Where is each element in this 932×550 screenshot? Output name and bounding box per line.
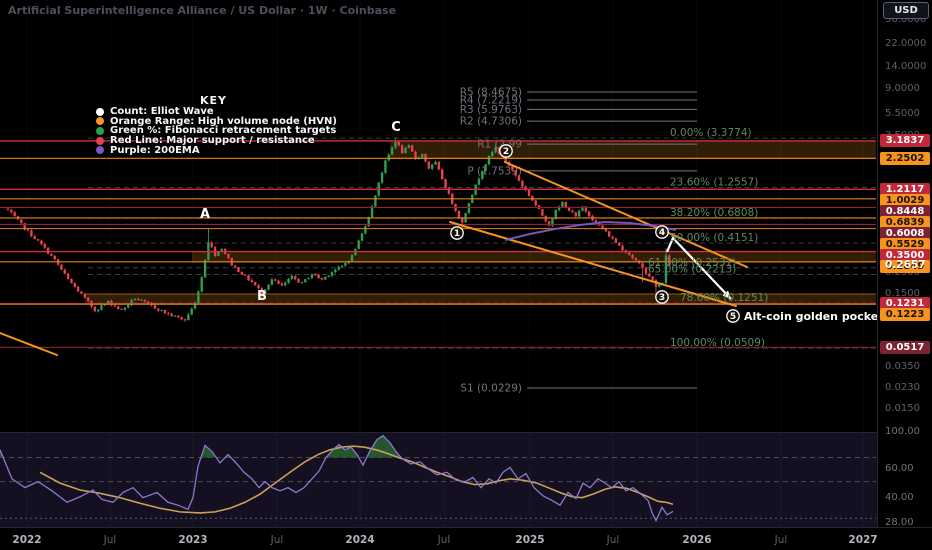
time-axis-year-label[interactable]: 2026 xyxy=(682,534,711,546)
time-axis-month-label[interactable]: Jul xyxy=(104,534,117,546)
time-axis-month-label[interactable]: Jul xyxy=(607,534,620,546)
time-axis[interactable]: 2022 Jul 2023 Jul 2024 Jul 2025 Jul 2026 Jul 2027 xyxy=(0,527,932,550)
svg-text:2: 2 xyxy=(503,147,509,157)
oscillator-panel-canvas[interactable] xyxy=(0,432,877,527)
svg-text:50.00% (0.4151): 50.00% (0.4151) xyxy=(670,232,758,244)
oscillator-tick: 60.00 xyxy=(885,463,914,474)
key-legend: KEY Count: Elliot WaveOrange Range: High… xyxy=(96,94,337,155)
price-tick: 5.5000 xyxy=(885,108,920,119)
time-axis-year-label[interactable]: 2025 xyxy=(515,534,544,546)
svg-text:1: 1 xyxy=(454,229,460,239)
price-tick: 0.0350 xyxy=(885,361,920,372)
oscillator-background xyxy=(0,432,877,527)
svg-text:4: 4 xyxy=(659,228,665,238)
svg-text:3: 3 xyxy=(659,293,665,303)
legend-color-dot-icon xyxy=(96,108,104,116)
time-axis-month-label[interactable]: Jul xyxy=(438,534,451,546)
svg-text:B: B xyxy=(257,289,267,304)
svg-text:65.00% (0.2213): 65.00% (0.2213) xyxy=(648,263,736,275)
price-level-badge: 0.1223 xyxy=(880,308,930,321)
price-tick: 0.0150 xyxy=(885,403,920,414)
price-tick: 9.0000 xyxy=(885,83,920,94)
legend-item-label: Purple: 200EMA xyxy=(110,145,200,156)
svg-text:78.60% (0.1251): 78.60% (0.1251) xyxy=(680,292,768,304)
svg-text:38.20% (0.6808): 38.20% (0.6808) xyxy=(670,207,758,219)
legend-color-dot-icon xyxy=(96,146,104,154)
time-axis-month-label[interactable]: Jul xyxy=(271,534,284,546)
time-axis-year-label[interactable]: 2022 xyxy=(12,534,41,546)
price-tick: 22.0000 xyxy=(885,38,926,49)
time-axis-year-label[interactable]: 2027 xyxy=(848,534,877,546)
svg-text:R2 (4.7306): R2 (4.7306) xyxy=(460,116,522,128)
svg-text:R3 (5.9763): R3 (5.9763) xyxy=(460,104,522,116)
oscillator-tick: 40.00 xyxy=(885,492,914,503)
svg-text:S1 (0.0229): S1 (0.0229) xyxy=(460,383,522,395)
current-price-label: 0.2657 xyxy=(885,259,926,271)
svg-text:P (1.7539): P (1.7539) xyxy=(467,165,522,177)
price-level-badge: 3.1837 xyxy=(880,134,930,147)
key-legend-rows: Count: Elliot WaveOrange Range: High vol… xyxy=(96,107,337,155)
currency-toggle-button[interactable]: USD xyxy=(883,2,929,19)
price-axis[interactable]: 36.000022.000014.00009.00005.50003.50000… xyxy=(877,0,932,527)
svg-text:5: 5 xyxy=(730,312,736,322)
legend-color-dot-icon xyxy=(96,117,104,125)
price-level-badge: 2.2502 xyxy=(880,152,930,165)
chart-window: R5 (8.4675)R4 (7.2219)R3 (5.9763)R2 (4.7… xyxy=(0,0,932,550)
price-chart-canvas[interactable]: R5 (8.4675)R4 (7.2219)R3 (5.9763)R2 (4.7… xyxy=(0,0,877,432)
svg-text:0.00% (3.3774): 0.00% (3.3774) xyxy=(670,127,752,139)
svg-text:23.60% (1.2557): 23.60% (1.2557) xyxy=(670,177,758,189)
oscillator-tick: 100.00 xyxy=(885,426,920,437)
time-axis-month-label[interactable]: Jul xyxy=(775,534,788,546)
svg-text:A: A xyxy=(200,207,210,222)
golden-pocket-annotation: Alt-coin golden pocket xyxy=(744,310,877,323)
price-tick: 14.0000 xyxy=(885,61,926,72)
price-tick: 0.0230 xyxy=(885,382,920,393)
legend-color-dot-icon xyxy=(96,137,104,145)
svg-text:C: C xyxy=(391,120,401,135)
key-legend-item: Purple: 200EMA xyxy=(96,145,337,155)
time-axis-year-label[interactable]: 2024 xyxy=(345,534,374,546)
time-axis-year-label[interactable]: 2023 xyxy=(178,534,207,546)
price-level-badge: 0.0517 xyxy=(880,341,930,354)
legend-color-dot-icon xyxy=(96,127,104,135)
symbol-title: Artificial Superintelligence Alliance / … xyxy=(8,4,396,17)
svg-text:100.00% (0.0509): 100.00% (0.0509) xyxy=(670,337,765,349)
